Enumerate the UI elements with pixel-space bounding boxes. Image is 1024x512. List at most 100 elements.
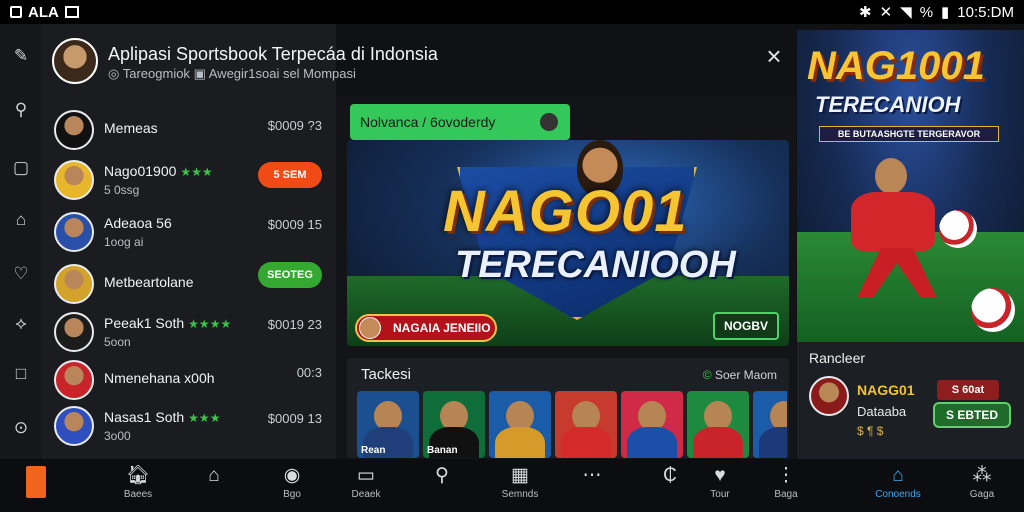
ranking-card: Rancleer NAGG01 Dataaba $ ¶ $ S 60at S E… [797,342,1024,459]
heart-icon[interactable]: ♡ [11,264,31,284]
status-pill[interactable]: SEOTEG [258,262,322,288]
nav-more-icon: ⋯ [582,465,602,486]
page-title: Aplipasi Sportsbook Terpecáa di Indonsia [108,44,438,64]
chat-name: Metbeartolane [104,274,194,290]
nav-search-icon: ⚲ [435,465,449,486]
card-pill[interactable]: S 60at [937,380,999,400]
chat-amount: $0009 ?3 [267,118,322,133]
bottom-navigation: 🏠︎ Baees ⌂ ◉ Bgo ▭ Deaek ⚲ ▦ Semnds ⋯ ₵ ♥ Tour ⋮ Baga ⌂ C… [0,459,1024,512]
card-name: NAGG01 [857,382,915,398]
page-subtitle: ◎ Tareogmiok ▣ Awegir1soai sel Mompasi [108,66,356,81]
poster-title: NAG1001 [807,44,985,88]
nav-semnds-label: Semnds [501,489,539,500]
player-tile[interactable]: Rean [357,391,419,458]
avatar [54,406,94,446]
chat-row[interactable]: Metbeartolane SEOTEG [42,260,336,310]
avatar [54,160,94,200]
player-shirt-graphic [495,427,545,458]
poster-strip: BE BUTAASHGTE TERGERAVOR [819,126,999,142]
home-icon[interactable]: ⌂ [11,210,31,230]
nav-tour[interactable]: ♥ Tour [690,463,750,509]
signal-icon: ▮ [941,4,950,21]
chat-row[interactable]: Peeak1 Soth ★★★★ 5oon $0019 23 [42,308,336,358]
nav-gaga[interactable]: ⁂ Gaga [952,463,1012,509]
card-action-button[interactable]: S EBTED [933,402,1011,428]
chat-row[interactable]: Adeaoa 56 1oog ai $0009 15 [42,208,336,258]
promo-banner[interactable]: NAGO01 TERECANIOOH NAGAIA JENEIIO NOGBV [347,140,789,346]
nav-bases-label: Baees [123,489,153,500]
nav-bgo[interactable]: ◉ Bgo [262,463,322,509]
player-tile[interactable] [753,391,787,458]
chat-icon[interactable]: ▢ [11,158,31,178]
app-logo-icon[interactable] [26,466,46,498]
square-icon[interactable]: □ [11,364,31,384]
chat-row[interactable]: Nasas1 Soth ★★★ 3o00 $0009 13 [42,402,336,452]
player-shirt-graphic [693,427,743,458]
banner-headline: NAGO01 [443,179,688,244]
player-tile[interactable] [555,391,617,458]
avatar [809,376,849,416]
left-rail: ✎ ⚲ ▢ ⌂ ♡ ⟡ □ ⊙ [0,24,42,459]
nav-semnds-icon: ▦ [511,465,529,486]
search-icon[interactable]: ⚲ [11,100,31,120]
nav-store-icon: ⌂ [208,465,220,486]
nav-more[interactable]: ⋯ [562,463,622,509]
nav-deaek-icon: ▭ [357,465,375,486]
chat-row[interactable]: Memeas $0009 ?3 [42,106,336,156]
promo-label[interactable]: Nolvanca / 6ovoderdy [350,104,570,140]
edit-icon[interactable]: ✎ [11,46,31,66]
nav-baga[interactable]: ⋮ Baga [756,463,816,509]
nav-tour-label: Tour [710,489,730,500]
avatar [54,360,94,400]
badge-icon: ▣ [193,66,209,81]
share-icon[interactable]: ⟡ [11,314,31,334]
chat-name: Peeak1 Soth ★★★★ [104,315,232,331]
nav-semnds[interactable]: ▦ Semnds [490,463,550,509]
player-tile[interactable] [687,391,749,458]
rating-stars: ★★★ [180,165,213,179]
player-shirt-graphic [561,427,611,458]
player-tile[interactable]: Banan [423,391,485,458]
chat-row[interactable]: Nmenehana x00h 00:3 [42,356,336,406]
chat-sub: 1oog ai [104,235,144,249]
avatar [54,110,94,150]
battery-percent: % [919,3,934,21]
settings-icon[interactable]: ⊙ [11,418,31,438]
bluetooth-icon: ✱ [858,4,872,21]
chat-name: Nago01900 ★★★ [104,163,213,179]
chat-sub: 5oon [104,335,131,349]
verified-icon: ◎ [108,66,123,81]
mute-icon: ✕ [879,4,893,21]
close-button[interactable]: × [762,43,786,69]
player-tile[interactable] [621,391,683,458]
banner-tagline: TERECANIOOH [455,244,736,286]
tile-label: Rean [361,445,386,456]
feature-poster[interactable]: NAG1001 TERECANIOH BE BUTAASHGTE TERGERA… [797,30,1024,342]
status-left-text: ALA [28,3,59,21]
nav-deaek[interactable]: ▭ Deaek [336,463,396,509]
player-shirt-graphic [627,427,677,458]
card-sub: Dataaba [857,404,907,419]
nav-search[interactable]: ⚲ [412,463,472,509]
nav-store[interactable]: ⌂ [184,463,244,509]
chat-amount: $0019 23 [267,317,322,332]
status-bar: ALA ✱ ✕ ◥ % ▮ 10:5:DM [0,0,1024,24]
link-icon: © [702,368,712,382]
nav-conoends[interactable]: ⌂ Conoends [868,463,928,509]
promo-avatar-icon [540,113,558,131]
notification-icon [10,6,22,18]
status-pill[interactable]: 5 SEM [258,162,322,188]
nav-conoends-label: Conoends [875,489,921,500]
player-shirt-graphic [759,427,787,458]
see-more-link[interactable]: © Soer Maom [703,368,777,382]
chat-row[interactable]: Nago01900 ★★★ 5 0ssg 5 SEM [42,156,336,206]
player-tile[interactable] [489,391,551,458]
profile-avatar[interactable] [52,38,98,84]
nav-bases[interactable]: 🏠︎ Baees [108,463,168,509]
banner-left-button[interactable]: NAGAIA JENEIIO [355,314,497,342]
banner-right-button[interactable]: NOGBV [713,312,779,340]
chat-name: Memeas [104,120,158,136]
card-header: Rancleer [809,350,866,366]
nav-baga-icon: ⋮ [776,465,796,486]
chat-sub: 5 0ssg [104,183,140,197]
